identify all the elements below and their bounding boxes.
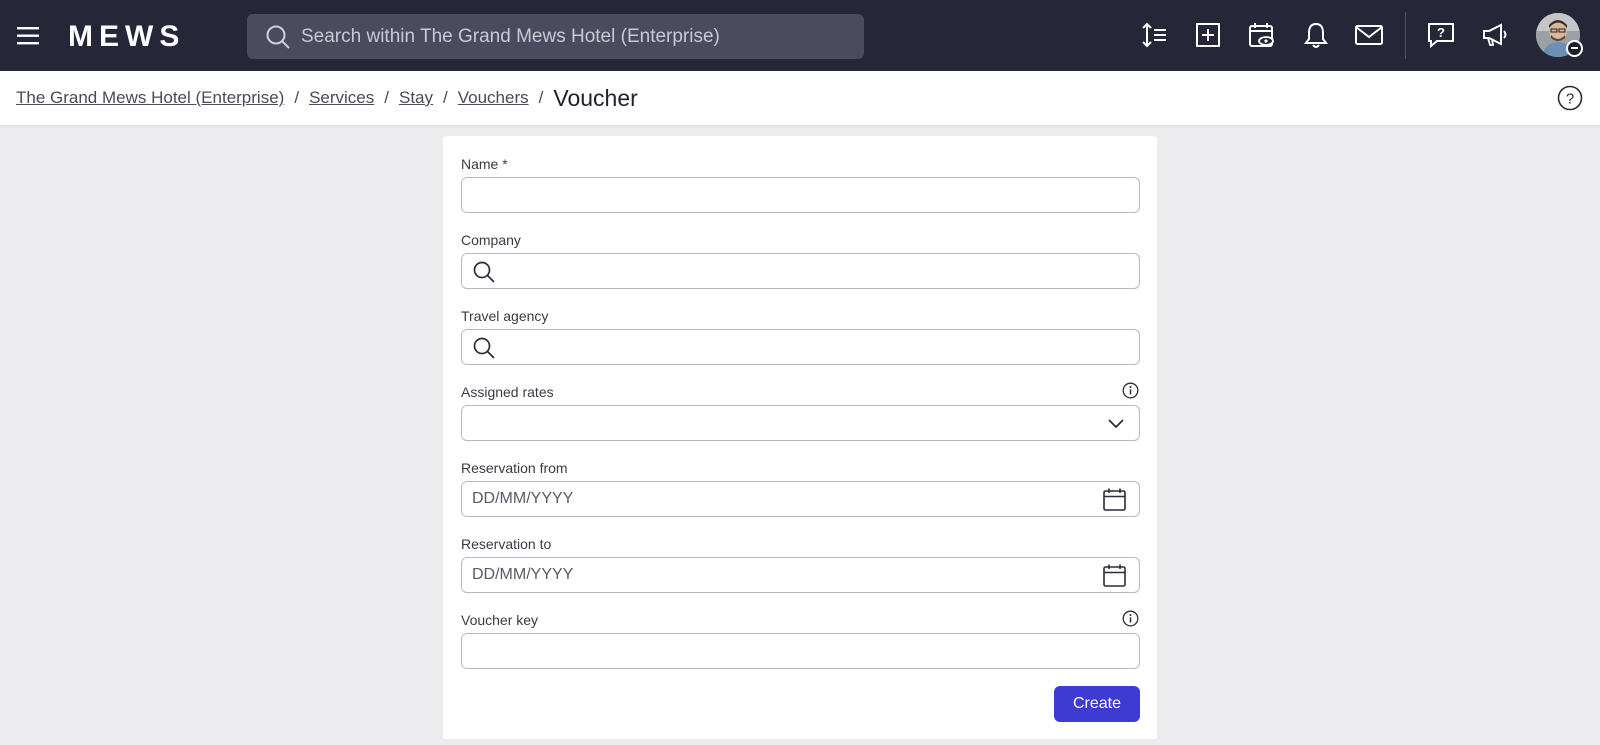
search-icon bbox=[266, 25, 290, 49]
breadcrumb-link-services[interactable]: Services bbox=[309, 88, 374, 108]
calendar-icon[interactable] bbox=[1102, 563, 1127, 588]
info-icon[interactable] bbox=[1122, 382, 1139, 399]
calendar-icon[interactable] bbox=[1102, 487, 1127, 512]
reservation-to-field[interactable] bbox=[461, 557, 1140, 593]
company-label: Company bbox=[461, 232, 521, 248]
breadcrumb-separator: / bbox=[538, 88, 544, 107]
help-chat-icon[interactable]: ? bbox=[1426, 20, 1456, 50]
company-input[interactable] bbox=[462, 254, 1139, 288]
megaphone-icon[interactable] bbox=[1480, 20, 1510, 50]
status-badge bbox=[1566, 40, 1583, 57]
breadcrumb-link-hotel[interactable]: The Grand Mews Hotel (Enterprise) bbox=[16, 88, 284, 108]
voucher-key-input[interactable] bbox=[462, 634, 1139, 668]
company-field[interactable] bbox=[461, 253, 1140, 289]
assigned-rates-label: Assigned rates bbox=[461, 384, 554, 400]
assigned-rates-select[interactable] bbox=[461, 405, 1140, 441]
breadcrumb-link-stay[interactable]: Stay bbox=[399, 88, 433, 108]
breadcrumb: The Grand Mews Hotel (Enterprise) / Serv… bbox=[16, 71, 638, 125]
global-search[interactable] bbox=[247, 14, 864, 59]
chevron-down-icon bbox=[1108, 419, 1124, 429]
breadcrumb-bar: The Grand Mews Hotel (Enterprise) / Serv… bbox=[0, 71, 1600, 125]
breadcrumb-link-vouchers[interactable]: Vouchers bbox=[458, 88, 529, 108]
name-field[interactable] bbox=[461, 177, 1140, 213]
page-title: Voucher bbox=[553, 84, 638, 111]
bell-icon[interactable] bbox=[1301, 20, 1331, 50]
reservation-from-label: Reservation from bbox=[461, 460, 568, 476]
breadcrumb-separator: / bbox=[384, 88, 389, 107]
search-input[interactable] bbox=[301, 14, 851, 59]
topbar-divider bbox=[1405, 12, 1406, 59]
info-icon[interactable] bbox=[1122, 610, 1139, 627]
reservation-to-label: Reservation to bbox=[461, 536, 552, 552]
mail-icon[interactable] bbox=[1354, 20, 1384, 50]
create-button[interactable]: Create bbox=[1054, 686, 1140, 722]
name-label: Name * bbox=[461, 156, 508, 172]
breadcrumb-separator: / bbox=[443, 88, 448, 107]
breadcrumb-separator: / bbox=[294, 88, 300, 107]
reservation-from-input[interactable] bbox=[462, 482, 1139, 516]
hamburger-menu-icon[interactable] bbox=[16, 23, 42, 49]
reservation-to-input[interactable] bbox=[462, 558, 1139, 592]
name-input[interactable] bbox=[462, 178, 1139, 212]
travel-agency-input[interactable] bbox=[462, 330, 1139, 364]
mews-logo[interactable]: MEWS bbox=[68, 22, 213, 50]
svg-text:?: ? bbox=[1566, 91, 1574, 108]
svg-text:?: ? bbox=[1437, 25, 1445, 40]
voucher-key-field[interactable] bbox=[461, 633, 1140, 669]
add-square-icon[interactable] bbox=[1193, 20, 1223, 50]
reservation-from-field[interactable] bbox=[461, 481, 1140, 517]
calendar-eye-icon[interactable] bbox=[1247, 20, 1277, 50]
voucher-key-label: Voucher key bbox=[461, 612, 539, 628]
top-navigation-bar: MEWS Search within The Grand Mews Hotel … bbox=[0, 0, 1600, 71]
sort-lines-icon[interactable] bbox=[1140, 20, 1170, 50]
travel-agency-label: Travel agency bbox=[461, 308, 549, 324]
travel-agency-field[interactable] bbox=[461, 329, 1140, 365]
mews-logo-text: MEWS bbox=[68, 22, 185, 50]
help-icon[interactable]: ? bbox=[1557, 85, 1583, 111]
